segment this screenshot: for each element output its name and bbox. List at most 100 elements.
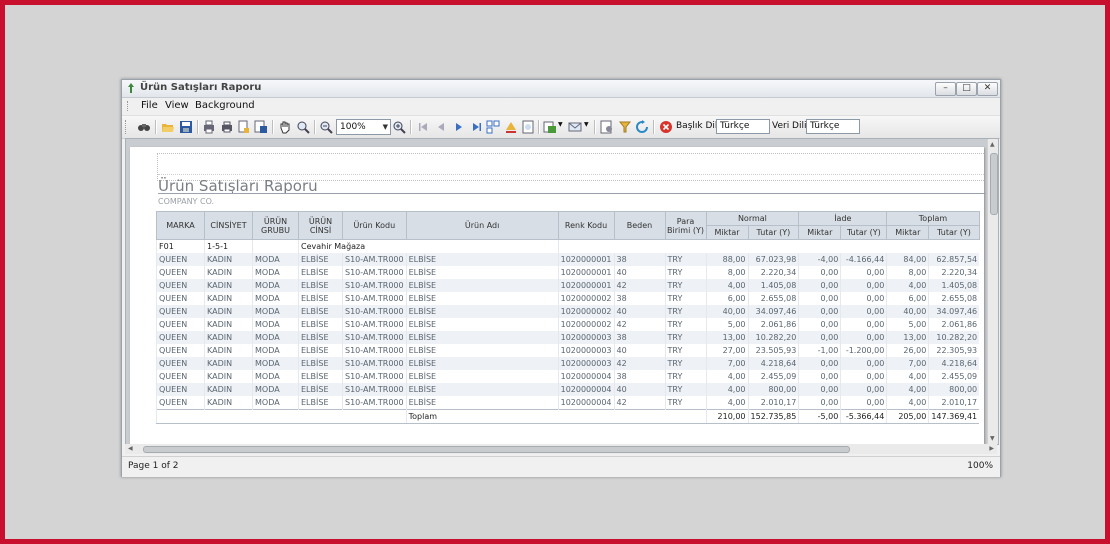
table-cell: 4,00: [886, 279, 929, 292]
table-cell: ELBİSE: [298, 357, 343, 370]
table-cell: 5,00: [705, 318, 749, 331]
table-cell: 4,00: [705, 383, 749, 396]
table-cell: 38: [613, 331, 666, 344]
table-cell: 0,00: [798, 331, 841, 344]
table-cell: TRY: [664, 253, 707, 266]
menu-view[interactable]: View: [165, 100, 189, 111]
save-icon[interactable]: [179, 120, 193, 134]
magnifier-icon[interactable]: [296, 120, 310, 134]
zoom-dropdown[interactable]: 100% ▼: [336, 119, 391, 135]
table-cell: 42: [613, 279, 666, 292]
table-cell: TRY: [664, 318, 707, 331]
open-folder-icon[interactable]: [161, 120, 175, 134]
table-row: QUEEN KADIN MODA ELBİSE S10-AM.TR000 ELBİSE 10…: [156, 279, 980, 292]
email-icon[interactable]: [568, 120, 582, 134]
table-cell: 0,00: [798, 370, 841, 383]
export-icon[interactable]: [543, 120, 557, 134]
table-cell: 0,00: [798, 396, 841, 410]
report-page: Ürün Satışları Raporu COMPANY CO. MARKA …: [130, 147, 986, 444]
first-page-icon[interactable]: [416, 120, 430, 134]
table-row: QUEEN KADIN MODA ELBİSE S10-AM.TR000 ELBİSE 10…: [156, 331, 980, 344]
table-cell: KADIN: [204, 383, 253, 396]
table-cell: 1020000003: [557, 344, 615, 357]
hand-tool-icon[interactable]: [278, 120, 292, 134]
table-cell: ELBİSE: [298, 344, 343, 357]
horizontal-scrollbar[interactable]: ◀ ▶: [125, 444, 997, 454]
menu-background[interactable]: Background: [195, 100, 255, 111]
table-cell: 0,00: [798, 357, 841, 370]
chevron-down-icon: ▼: [382, 123, 388, 131]
table-cell: 1020000004: [557, 370, 615, 383]
veri-dili-input[interactable]: Türkçe: [806, 119, 860, 134]
maximize-button[interactable]: □: [956, 82, 977, 96]
next-page-icon[interactable]: [452, 120, 466, 134]
close-report-icon[interactable]: [659, 120, 673, 134]
page-setup-icon[interactable]: [202, 120, 216, 134]
filter-icon[interactable]: [618, 120, 632, 134]
previous-page-icon[interactable]: [434, 120, 448, 134]
vertical-scroll-thumb[interactable]: [990, 153, 998, 215]
table-cell: TRY: [664, 396, 707, 410]
toolbar-separator: [155, 120, 157, 134]
quick-print-icon[interactable]: [237, 120, 251, 134]
table-cell: QUEEN: [156, 305, 205, 318]
parameters-icon[interactable]: [600, 120, 614, 134]
table-cell: -4.166,44: [840, 253, 887, 266]
search-icon[interactable]: [137, 120, 151, 134]
table-cell: 2.455,09: [747, 370, 799, 383]
scroll-up-icon[interactable]: ▲: [990, 141, 995, 148]
close-button[interactable]: ✕: [977, 82, 998, 96]
table-cell: KADIN: [204, 396, 253, 410]
company-name: COMPANY CO.: [158, 197, 215, 206]
chevron-down-icon[interactable]: ▼: [558, 121, 563, 128]
chevron-down-icon[interactable]: ▼: [584, 121, 589, 128]
zoom-in-icon[interactable]: [392, 120, 406, 134]
table-cell: 34.097,46: [928, 305, 980, 318]
header-iade-miktar: Miktar: [798, 225, 842, 240]
header-urun-kodu: Ürün Kodu: [342, 211, 407, 240]
table-cell: QUEEN: [156, 344, 205, 357]
last-page-icon[interactable]: [470, 120, 484, 134]
header-urun-cinsi: ÜRÜN CİNSİ: [298, 211, 343, 240]
table-cell: S10-AM.TR000: [342, 253, 407, 266]
minimize-button[interactable]: –: [935, 82, 956, 96]
scroll-right-icon[interactable]: ▶: [989, 444, 994, 454]
menu-file[interactable]: File: [141, 100, 158, 111]
table-cell: TRY: [664, 305, 707, 318]
horizontal-scroll-thumb[interactable]: [143, 446, 850, 453]
zoom-value: 100%: [340, 122, 366, 132]
baslik-dili-input[interactable]: Türkçe: [716, 119, 770, 134]
table-cell: 10.282,20: [747, 331, 799, 344]
table-cell: MODA: [252, 305, 299, 318]
table-cell: MODA: [252, 292, 299, 305]
table-cell: 40: [613, 344, 666, 357]
refresh-icon[interactable]: [635, 120, 649, 134]
color-icon[interactable]: [504, 120, 518, 134]
table-cell: KADIN: [204, 305, 253, 318]
total-value: 147.369,41: [928, 409, 980, 424]
header-iade: İade: [798, 211, 888, 226]
table-cell: ELBİSE: [298, 253, 343, 266]
table-cell: MODA: [252, 318, 299, 331]
table-cell: 1020000003: [557, 357, 615, 370]
scroll-down-icon[interactable]: ▼: [990, 435, 995, 442]
table-cell: -4,00: [798, 253, 841, 266]
table-cell: MODA: [252, 370, 299, 383]
vertical-scrollbar[interactable]: ▲ ▼: [987, 139, 998, 444]
header-urun-adi: Ürün Adı: [405, 211, 559, 240]
header-normal-tutar: Tutar (Y): [747, 225, 800, 240]
toolbar-separator: [653, 120, 655, 134]
status-bar: Page 1 of 2 100%: [122, 456, 1000, 477]
total-label: Toplam: [405, 409, 707, 424]
toolbar-separator: [594, 120, 596, 134]
report-viewer[interactable]: Ürün Satışları Raporu COMPANY CO. MARKA …: [125, 138, 999, 445]
scroll-left-icon[interactable]: ◀: [128, 444, 133, 454]
print-icon[interactable]: [220, 120, 234, 134]
watermark-icon[interactable]: [521, 120, 535, 134]
table-cell: QUEEN: [156, 396, 205, 410]
export-page-icon[interactable]: [254, 120, 268, 134]
title-bar[interactable]: Ürün Satışları Raporu – □ ✕: [122, 80, 1000, 98]
total-value: -5,00: [798, 409, 841, 424]
multiple-pages-icon[interactable]: [486, 120, 500, 134]
zoom-out-icon[interactable]: [319, 120, 333, 134]
